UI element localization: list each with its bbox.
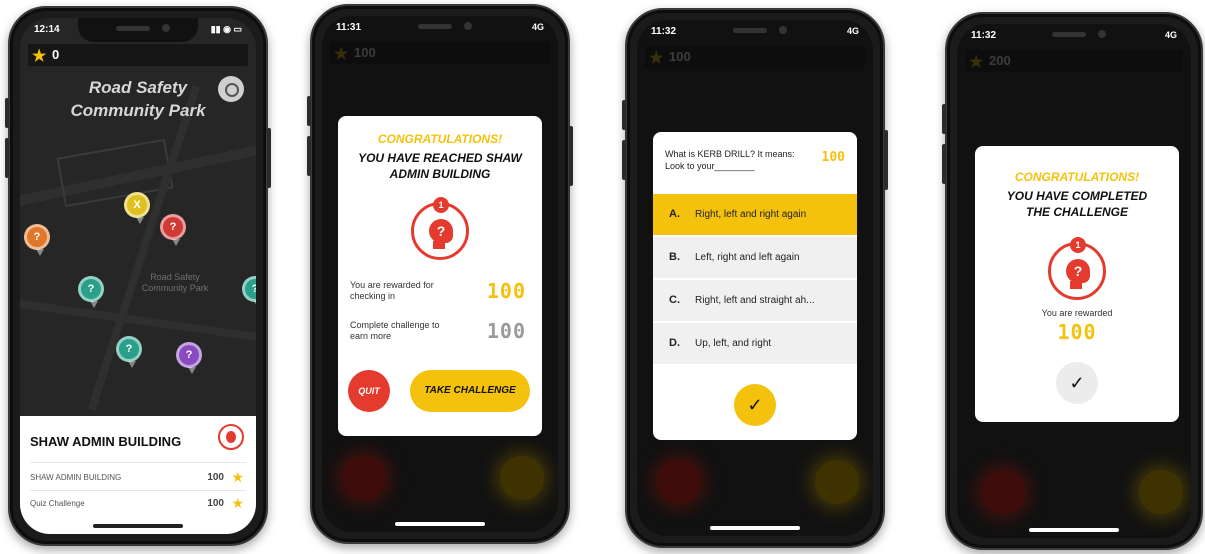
locate-me-icon[interactable] — [218, 76, 244, 102]
status-bar: 11:31 4G — [336, 22, 544, 36]
challenge-reward-row: Complete challenge to earn more 100 — [350, 319, 526, 343]
status-time: 11:32 — [971, 30, 997, 41]
reward-row-checkin: SHAW ADMIN BUILDING 100 ★ — [30, 469, 244, 485]
quiz-screen: 11:32 4G ★ 100 What is KERB DRILL? It me… — [637, 20, 873, 536]
reward-row-quiz: Quiz Challenge 100 ★ — [30, 495, 244, 511]
app-showcase: 12:14 ▮▮ ◉ ▭ Road Safety Community Park … — [0, 0, 1205, 554]
question-text: What is KERB DRILL? It means: Look to yo… — [665, 149, 795, 171]
network-label: 4G — [531, 22, 544, 32]
map-pin-current[interactable]: X — [124, 192, 150, 224]
take-challenge-button[interactable]: TAKE CHALLENGE — [410, 370, 530, 412]
home-indicator — [395, 522, 485, 526]
map-screen: 12:14 ▮▮ ◉ ▭ Road Safety Community Park … — [20, 18, 256, 534]
phone-completed: 11:32 4G ★ 200 CONGRATULATIONS! YOU HAVE… — [942, 12, 1203, 550]
map-pin[interactable]: ? — [24, 224, 50, 256]
phone-quiz: 11:32 4G ★ 100 What is KERB DRILL? It me… — [622, 8, 888, 548]
done-button[interactable]: ✓ — [1056, 362, 1098, 404]
home-indicator — [1029, 528, 1119, 532]
status-time: 11:32 — [651, 26, 677, 37]
answer-option-a[interactable]: A. Right, left and right again — [653, 194, 857, 235]
completed-dialog: CONGRATULATIONS! YOU HAVE COMPLETED THE … — [975, 146, 1179, 422]
status-bar: 11:32 4G — [651, 26, 859, 40]
star-score: 0 — [52, 47, 60, 62]
phone-map: 12:14 ▮▮ ◉ ▭ Road Safety Community Park … — [5, 6, 271, 546]
star-icon: ★ — [32, 48, 47, 65]
location-card[interactable]: SHAW ADMIN BUILDING SHAW ADMIN BUILDING … — [20, 416, 256, 534]
star-icon: ★ — [231, 495, 244, 511]
status-time: 11:31 — [336, 22, 362, 33]
question-points: 100 — [821, 150, 845, 165]
submit-answer-button[interactable]: ✓ — [734, 384, 776, 426]
star-icon: ★ — [231, 469, 244, 485]
completed-headline: YOU HAVE COMPLETED THE CHALLENGE — [1006, 189, 1148, 219]
completed-screen: 11:32 4G ★ 200 CONGRATULATIONS! YOU HAVE… — [957, 24, 1191, 538]
reward-points: 100 — [1057, 320, 1097, 344]
quiz-badge-icon: 1 ? — [1048, 237, 1106, 300]
network-label: 4G — [846, 26, 859, 36]
quit-button[interactable]: QUIT — [348, 370, 390, 412]
quiz-dialog: What is KERB DRILL? It means: Look to yo… — [653, 132, 857, 440]
map-pin[interactable]: ? — [242, 276, 256, 308]
answer-option-c[interactable]: C. Right, left and straight ah... — [653, 280, 857, 321]
home-indicator — [710, 526, 800, 530]
challenge-points: 100 — [486, 319, 526, 343]
location-badge-icon — [218, 424, 244, 450]
map-pin[interactable]: ? — [176, 342, 202, 374]
arrival-headline: YOU HAVE REACHED SHAW ADMIN BUILDING — [358, 151, 522, 181]
location-title: SHAW ADMIN BUILDING — [30, 434, 182, 449]
reward-label: You are rewarded — [1041, 308, 1113, 318]
star-score-bar: ★ 0 — [28, 44, 248, 66]
network-label: 4G — [1164, 30, 1177, 40]
phone-arrival: 11:31 4G ★ 100 CONGRATULATIONS! YOU HAVE… — [307, 4, 573, 544]
check-icon: ✓ — [1069, 373, 1085, 393]
map-pin[interactable]: ? — [116, 336, 142, 368]
arrival-dialog: CONGRATULATIONS! YOU HAVE REACHED SHAW A… — [338, 116, 542, 436]
quiz-badge-icon: 1 ? — [411, 197, 469, 260]
signal-wifi-battery-icon: ▮▮ ◉ ▭ — [210, 24, 242, 34]
checkin-reward-row: You are rewarded for checking in 100 — [350, 279, 526, 303]
answer-option-d[interactable]: D. Up, left, and right — [653, 323, 857, 364]
arrival-screen: 11:31 4G ★ 100 CONGRATULATIONS! YOU HAVE… — [322, 16, 558, 532]
map-pin[interactable]: ? — [78, 276, 104, 308]
status-bar: 11:32 4G — [971, 30, 1177, 44]
home-indicator — [93, 524, 183, 528]
checkin-points: 100 — [486, 279, 526, 303]
status-time: 12:14 — [34, 24, 60, 35]
status-bar: 12:14 ▮▮ ◉ ▭ — [34, 24, 242, 38]
map-area-label: Road Safety Community Park — [141, 272, 209, 293]
check-icon: ✓ — [747, 395, 763, 415]
answer-option-b[interactable]: B. Left, right and left again — [653, 237, 857, 278]
congrats-label: CONGRATULATIONS! — [1014, 170, 1140, 184]
congrats-label: CONGRATULATIONS! — [377, 132, 503, 146]
map-pin[interactable]: ? — [160, 214, 186, 246]
